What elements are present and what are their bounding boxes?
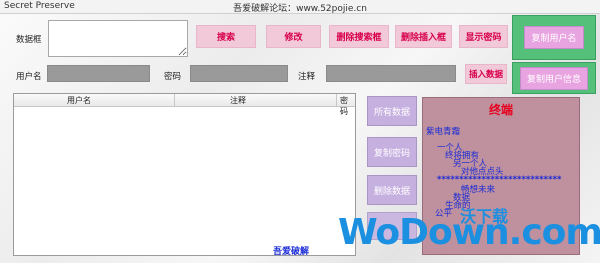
password-label: 密码: [164, 72, 182, 82]
copy-user-info-label: 复制用户信息: [519, 66, 588, 90]
column-separator: [336, 94, 337, 106]
watermark-logo: WoDown.com: [338, 212, 600, 253]
data-box-label: 数据框: [16, 35, 42, 45]
copy-username-button[interactable]: 复制用户名: [512, 15, 596, 60]
data-box-input[interactable]: [48, 20, 188, 57]
delete-search-box-button[interactable]: 删除搜索框: [329, 25, 389, 48]
column-note[interactable]: 注释: [230, 95, 246, 106]
data-list[interactable]: 用户名 注释 密码: [13, 93, 356, 256]
copy-user-info-button[interactable]: 复制用户信息: [512, 62, 596, 94]
window-title: 吾爱破解论坛：www.52pojie.cn: [233, 4, 367, 14]
modify-button[interactable]: 修改: [266, 25, 321, 48]
note-field[interactable]: [326, 65, 456, 82]
insert-data-button[interactable]: 插入数据: [465, 64, 507, 84]
delete-insert-box-button[interactable]: 删除插入框: [395, 25, 452, 48]
copy-password-button[interactable]: 复制密码: [367, 137, 417, 167]
app-window: Secret Preserve 吾爱破解论坛：www.52pojie.cn 数据…: [0, 0, 600, 263]
all-data-button[interactable]: 所有数据: [367, 96, 417, 126]
password-field[interactable]: [190, 65, 288, 82]
column-username[interactable]: 用户名: [67, 95, 91, 106]
column-password[interactable]: 密码: [340, 95, 355, 117]
username-field[interactable]: [47, 65, 150, 82]
username-label: 用户名: [16, 72, 42, 82]
terminal-title: 终端: [488, 103, 513, 117]
terminal-line: 紫电青霜: [426, 127, 461, 137]
footer-text: 吾爱破解: [273, 247, 310, 257]
search-button[interactable]: 搜索: [196, 25, 256, 48]
copy-username-label: 复制用户名: [524, 26, 584, 49]
show-password-button[interactable]: 显示密码: [459, 25, 508, 48]
delete-data-button[interactable]: 删除数据: [367, 175, 417, 205]
list-header: 用户名 注释 密码: [14, 94, 355, 116]
title-bar: Secret Preserve 吾爱破解论坛：www.52pojie.cn: [0, 0, 600, 14]
column-separator: [174, 94, 175, 106]
terminal-line: ****************************: [437, 175, 562, 185]
note-label: 注释: [298, 72, 316, 82]
